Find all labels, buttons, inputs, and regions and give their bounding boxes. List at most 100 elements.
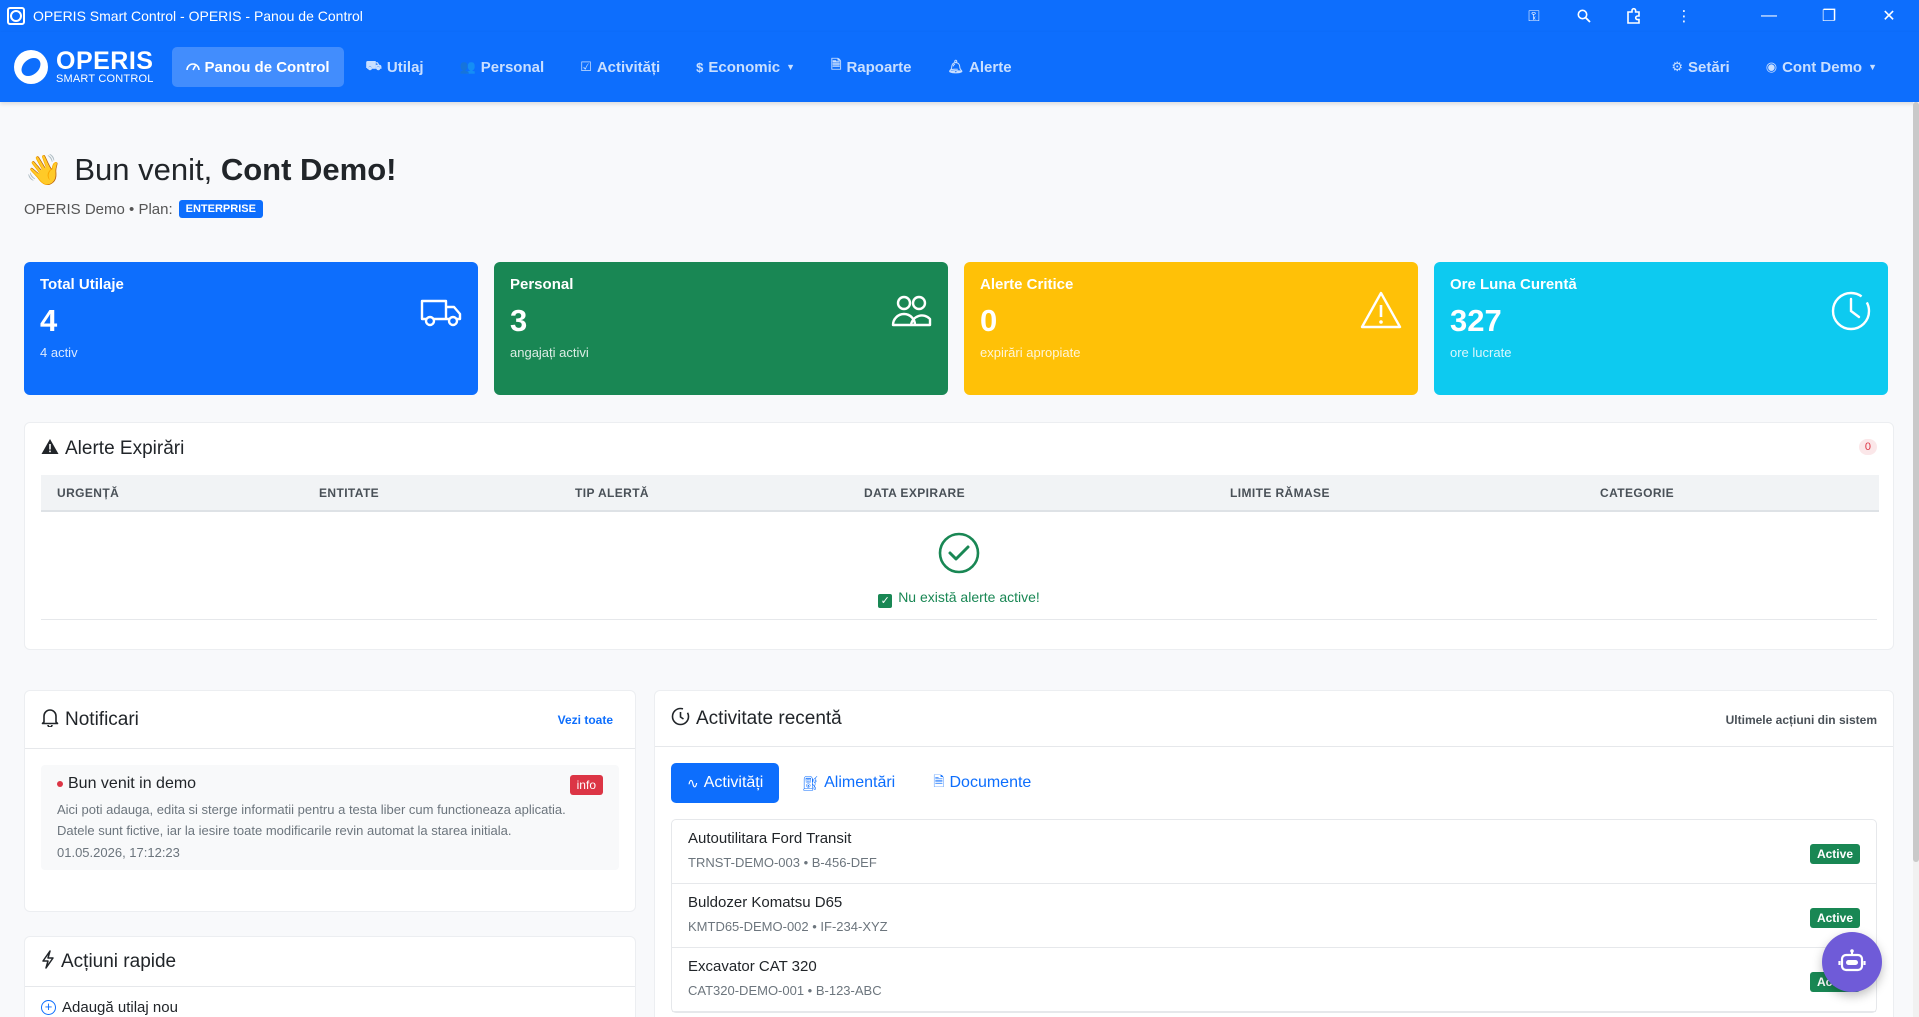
item-name: Autoutilitara Ford Transit	[688, 830, 852, 847]
quick-actions-card: Acțiuni rapide + Adaugă utilaj nou	[24, 936, 636, 1017]
dashboard-icon	[185, 60, 200, 75]
lightning-icon	[41, 949, 55, 974]
warning-icon	[41, 438, 59, 460]
nav-label: Alerte	[969, 58, 1012, 76]
quick-actions-title: Acțiuni rapide	[61, 950, 177, 972]
nav-label: Setări	[1688, 58, 1730, 76]
tab-alimentari[interactable]: ⛽︎ Alimentări	[785, 763, 911, 803]
warning-icon	[1360, 291, 1402, 329]
nav-personal[interactable]: 👥 Personal	[446, 47, 559, 87]
status-badge: Active	[1809, 908, 1860, 928]
stat-value: 3	[510, 303, 528, 338]
zoom-icon[interactable]	[1559, 0, 1609, 32]
stat-card-alerte-critice[interactable]: Alerte Critice 0 expirări apropiate	[964, 262, 1418, 395]
main-navbar: OPERIS SMART CONTROL Panou de Control ⛟ …	[0, 32, 1919, 102]
truck-icon: ⛟	[365, 58, 382, 73]
nav-label: Economic	[708, 58, 781, 76]
col-urgenta[interactable]: URGENȚĂ	[41, 475, 303, 512]
recent-activity-title: Activitate recentă	[696, 707, 842, 729]
item-name: Buldozer Komatsu D65	[688, 894, 843, 911]
checkbox-check-icon: ✓	[878, 594, 893, 608]
welcome-name: Cont Demo!	[220, 152, 397, 187]
people-icon: 👥	[459, 59, 476, 74]
empty-alerts-state: ✓ Nu există alerte active!	[41, 512, 1877, 620]
col-limite-ramase[interactable]: LIMITE RĂMASE	[1214, 475, 1584, 512]
brand-name: OPERIS	[56, 47, 154, 75]
caret-down-icon: ▼	[786, 62, 796, 72]
user-circle-icon: ◉	[1765, 59, 1778, 74]
more-icon[interactable]: ⋮	[1659, 0, 1709, 32]
stat-value: 4	[40, 303, 58, 338]
plan-badge: ENTERPRISE	[178, 200, 263, 218]
key-icon[interactable]: ⚿	[1509, 0, 1559, 32]
robot-icon	[1838, 949, 1866, 972]
people-icon	[891, 295, 932, 327]
nav-utilaj[interactable]: ⛟ Utilaj	[352, 47, 438, 87]
dollar-icon: $	[696, 59, 704, 75]
fuel-pump-icon: ⛽︎	[801, 774, 820, 791]
nav-panou-de-control[interactable]: Panou de Control	[171, 47, 344, 87]
nav-setari[interactable]: ⚙ Setări	[1657, 47, 1743, 87]
quick-action-add-utilaj[interactable]: + Adaugă utilaj nou	[41, 999, 635, 1016]
check-circle-icon	[938, 532, 980, 574]
restore-button[interactable]: ❐	[1799, 0, 1859, 32]
stat-sub: angajați activi	[510, 345, 589, 360]
document-icon: 🗎	[831, 57, 842, 72]
recent-activity-list: Autoutilitara Ford Transit TRNST-DEMO-00…	[671, 819, 1877, 1013]
list-item[interactable]: Excavator CAT 320 CAT320-DEMO-001 • B-12…	[672, 948, 1876, 1012]
list-item[interactable]: Buldozer Komatsu D65 KMTD65-DEMO-002 • I…	[672, 884, 1876, 948]
col-tip-alerta[interactable]: TIP ALERTĂ	[559, 475, 848, 512]
expiry-alerts-table: URGENȚĂ ENTITATE TIP ALERTĂ DATA EXPIRAR…	[41, 475, 1879, 512]
account-menu[interactable]: ◉ Cont Demo ▼	[1752, 47, 1891, 87]
expiry-alerts-title: Alerte Expirări	[65, 438, 185, 459]
bell-icon	[41, 708, 59, 732]
col-data-expirare[interactable]: DATA EXPIRARE	[848, 475, 1214, 512]
waving-hand-icon: 👋	[25, 153, 63, 187]
truck-icon	[420, 299, 462, 327]
extensions-icon[interactable]	[1609, 0, 1659, 32]
stat-card-ore-luna[interactable]: Ore Luna Curentă 327 ore lucrate	[1434, 262, 1888, 395]
empty-alerts-text: Nu există alerte active!	[898, 589, 1040, 605]
scrollbar-thumb[interactable]	[1913, 102, 1919, 862]
tab-activitati[interactable]: ∿ Activități	[671, 763, 780, 803]
notifications-title: Notificari	[65, 708, 139, 730]
nav-economic[interactable]: $ Economic ▼	[682, 47, 809, 87]
notifications-card: Notificari Vezi toate Bun venit in demo …	[24, 690, 636, 912]
company-name: OPERIS Demo • Plan:	[24, 200, 173, 218]
stat-sub: 4 activ	[40, 345, 78, 360]
nav-activitati[interactable]: ☑ Activități	[566, 47, 674, 87]
tab-label: Alimentări	[824, 774, 896, 791]
operis-logo-icon	[14, 50, 48, 84]
window-titlebar: OPERIS Smart Control - OPERIS - Panou de…	[0, 0, 1919, 32]
list-item[interactable]: Autoutilitara Ford Transit TRNST-DEMO-00…	[672, 820, 1876, 884]
nav-label: Personal	[480, 58, 545, 76]
chatbot-fab-button[interactable]	[1822, 932, 1882, 992]
view-all-notifications-link[interactable]: Vezi toate	[558, 713, 613, 727]
item-meta: TRNST-DEMO-003 • B-456-DEF	[688, 855, 877, 870]
nav-rapoarte[interactable]: 🗎 Rapoarte	[817, 47, 925, 87]
brand-subtitle: SMART CONTROL	[56, 73, 154, 85]
col-categorie[interactable]: CATEGORIE	[1584, 475, 1879, 512]
col-entitate[interactable]: ENTITATE	[303, 475, 559, 512]
nav-label: Utilaj	[386, 58, 424, 76]
stat-sub: expirări apropiate	[980, 345, 1081, 360]
tab-documente[interactable]: 🗎 Documente	[917, 763, 1047, 803]
quick-action-label: Adaugă utilaj nou	[62, 999, 178, 1016]
company-plan-line: OPERIS Demo • Plan: ENTERPRISE	[24, 200, 263, 218]
welcome-prefix: Bun venit,	[74, 152, 221, 187]
brand-logo-link[interactable]: OPERIS SMART CONTROL	[14, 49, 154, 85]
stat-card-total-utilaje[interactable]: Total Utilaje 4 4 activ	[24, 262, 478, 395]
notification-date: 01.05.2026, 17:12:23	[57, 845, 180, 860]
stat-value: 327	[1450, 303, 1502, 338]
stat-sub: ore lucrate	[1450, 345, 1512, 360]
stat-label: Personal	[510, 276, 574, 293]
close-button[interactable]: ✕	[1859, 0, 1919, 32]
stat-card-personal[interactable]: Personal 3 angajați activi	[494, 262, 948, 395]
notification-body: Aici poti adauga, edita si sterge inform…	[57, 802, 566, 838]
notification-item[interactable]: Bun venit in demo info Aici poti adauga,…	[41, 765, 619, 870]
tab-label: Activități	[703, 774, 764, 791]
page-scrollbar[interactable]	[1913, 102, 1919, 1017]
minimize-button[interactable]: —	[1739, 0, 1799, 32]
nav-alerte[interactable]: 🔔︎ Alerte	[934, 47, 1026, 87]
status-badge: Active	[1809, 844, 1860, 864]
